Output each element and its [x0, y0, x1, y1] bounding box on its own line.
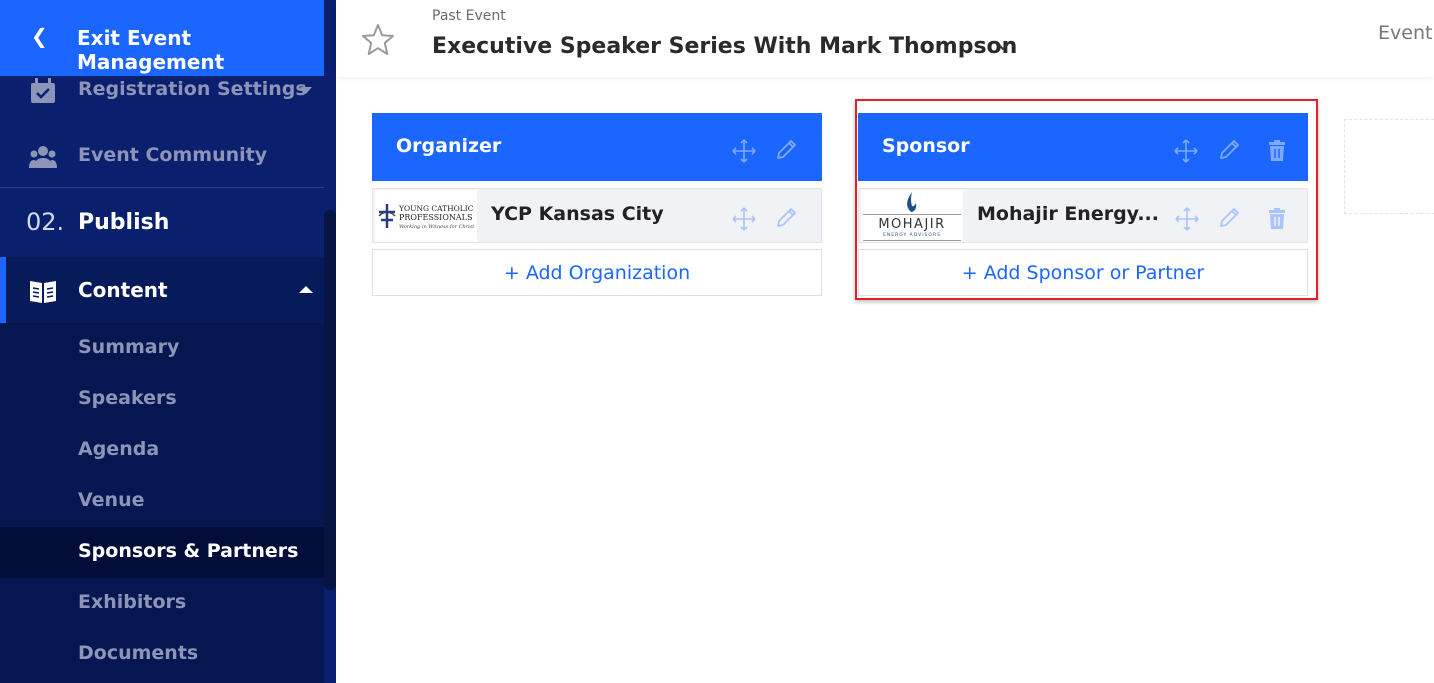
event-menu-label[interactable]: Event — [1378, 22, 1432, 44]
card-header: Sponsor — [858, 113, 1308, 181]
chevron-down-icon[interactable] — [996, 40, 1010, 54]
sidebar-item-sponsors-partners[interactable]: Sponsors & Partners — [0, 527, 324, 578]
sidebar-item-label: Summary — [78, 336, 180, 358]
star-icon[interactable] — [360, 22, 396, 58]
event-status: Past Event — [432, 8, 506, 24]
sidebar-item-label: Exhibitors — [78, 591, 187, 613]
edit-pencil-icon[interactable] — [1218, 205, 1242, 229]
exit-label: Exit Event Management — [77, 26, 225, 74]
svg-text:YOUNG CATHOLIC: YOUNG CATHOLIC — [398, 204, 474, 213]
sidebar-item-label: Agenda — [78, 438, 160, 460]
users-icon — [29, 146, 57, 168]
sidebar-item-label: Registration Settings — [78, 78, 307, 100]
edit-pencil-icon[interactable] — [775, 137, 799, 161]
sidebar-item-label: Event Community — [78, 144, 268, 166]
sidebar-section-publish[interactable]: 02. Publish — [0, 204, 324, 244]
sidebar-scrollbar[interactable] — [324, 210, 336, 590]
add-organization-label: + Add Organization — [503, 262, 691, 284]
book-open-icon — [30, 281, 56, 303]
organization-logo: YOUNG CATHOLIC PROFESSIONALS Working in … — [375, 190, 477, 242]
add-organization-button[interactable]: + Add Organization — [372, 249, 822, 296]
section-number: 02. — [26, 208, 65, 236]
section-label: Publish — [78, 210, 170, 235]
svg-text:ENERGY ADVISORS: ENERGY ADVISORS — [883, 232, 941, 238]
svg-text:MOHAJIR: MOHAJIR — [878, 217, 945, 232]
sidebar: ❮ Exit Event Management Registration Set… — [0, 0, 336, 683]
trash-icon[interactable] — [1265, 207, 1289, 231]
sidebar-item-label: Sponsors & Partners — [78, 540, 299, 562]
calendar-check-icon — [31, 78, 55, 103]
caret-down-icon — [300, 87, 312, 94]
exit-event-management-button[interactable]: ❮ Exit Event Management — [0, 0, 336, 76]
card-header: Organizer — [372, 113, 822, 181]
card-title: Sponsor — [882, 135, 970, 157]
edit-pencil-icon[interactable] — [1218, 137, 1242, 161]
sidebar-item-documents[interactable]: Documents — [0, 629, 324, 680]
sidebar-item-label: Venue — [78, 489, 145, 511]
add-sponsor-button[interactable]: + Add Sponsor or Partner — [858, 249, 1308, 296]
svg-text:Working in Witness for Christ: Working in Witness for Christ — [399, 224, 475, 230]
move-icon[interactable] — [732, 207, 756, 231]
event-title[interactable]: Executive Speaker Series With Mark Thomp… — [432, 34, 1017, 59]
sidebar-item-venue[interactable]: Venue — [0, 476, 324, 527]
sidebar-item-label: Speakers — [78, 387, 177, 409]
sidebar-item-agenda[interactable]: Agenda — [0, 425, 324, 476]
move-icon[interactable] — [732, 139, 756, 163]
chevron-left-icon: ❮ — [31, 24, 48, 48]
event-header: Past Event Executive Speaker Series With… — [336, 0, 1434, 77]
sponsor-row[interactable]: MOHAJIR ENERGY ADVISORS Mohajir Energy..… — [858, 188, 1308, 243]
sidebar-item-label: Content — [78, 278, 168, 302]
sidebar-item-exhibitors[interactable]: Exhibitors — [0, 578, 324, 629]
move-icon[interactable] — [1174, 139, 1198, 163]
sidebar-item-content[interactable]: Content — [0, 257, 324, 323]
caret-up-icon — [299, 286, 313, 293]
svg-text:PROFESSIONALS: PROFESSIONALS — [399, 213, 472, 222]
sponsor-logo: MOHAJIR ENERGY ADVISORS — [861, 190, 963, 242]
edit-pencil-icon[interactable] — [775, 205, 799, 229]
sidebar-item-label: Documents — [78, 642, 199, 664]
organizer-row[interactable]: YOUNG CATHOLIC PROFESSIONALS Working in … — [372, 188, 822, 243]
content-subnav: Summary Speakers Agenda Venue Sponsors &… — [0, 323, 324, 683]
sidebar-item-registration-settings[interactable]: Registration Settings — [0, 76, 324, 106]
divider — [0, 187, 324, 188]
ycp-logo-icon: YOUNG CATHOLIC PROFESSIONALS Working in … — [378, 204, 475, 230]
sidebar-item-summary[interactable]: Summary — [0, 323, 324, 374]
card-title: Organizer — [396, 135, 502, 157]
empty-card-placeholder — [1344, 119, 1434, 214]
sidebar-item-event-community[interactable]: Event Community — [0, 136, 324, 176]
active-accent — [0, 257, 6, 323]
add-sponsor-label: + Add Sponsor or Partner — [961, 262, 1205, 284]
sidebar-item-speakers[interactable]: Speakers — [0, 374, 324, 425]
trash-icon[interactable] — [1265, 139, 1289, 163]
sponsor-name: Mohajir Energy... — [977, 203, 1159, 225]
move-icon[interactable] — [1175, 207, 1199, 231]
mohajir-logo-icon: MOHAJIR ENERGY ADVISORS — [863, 192, 961, 241]
organizer-name: YCP Kansas City — [491, 203, 664, 225]
